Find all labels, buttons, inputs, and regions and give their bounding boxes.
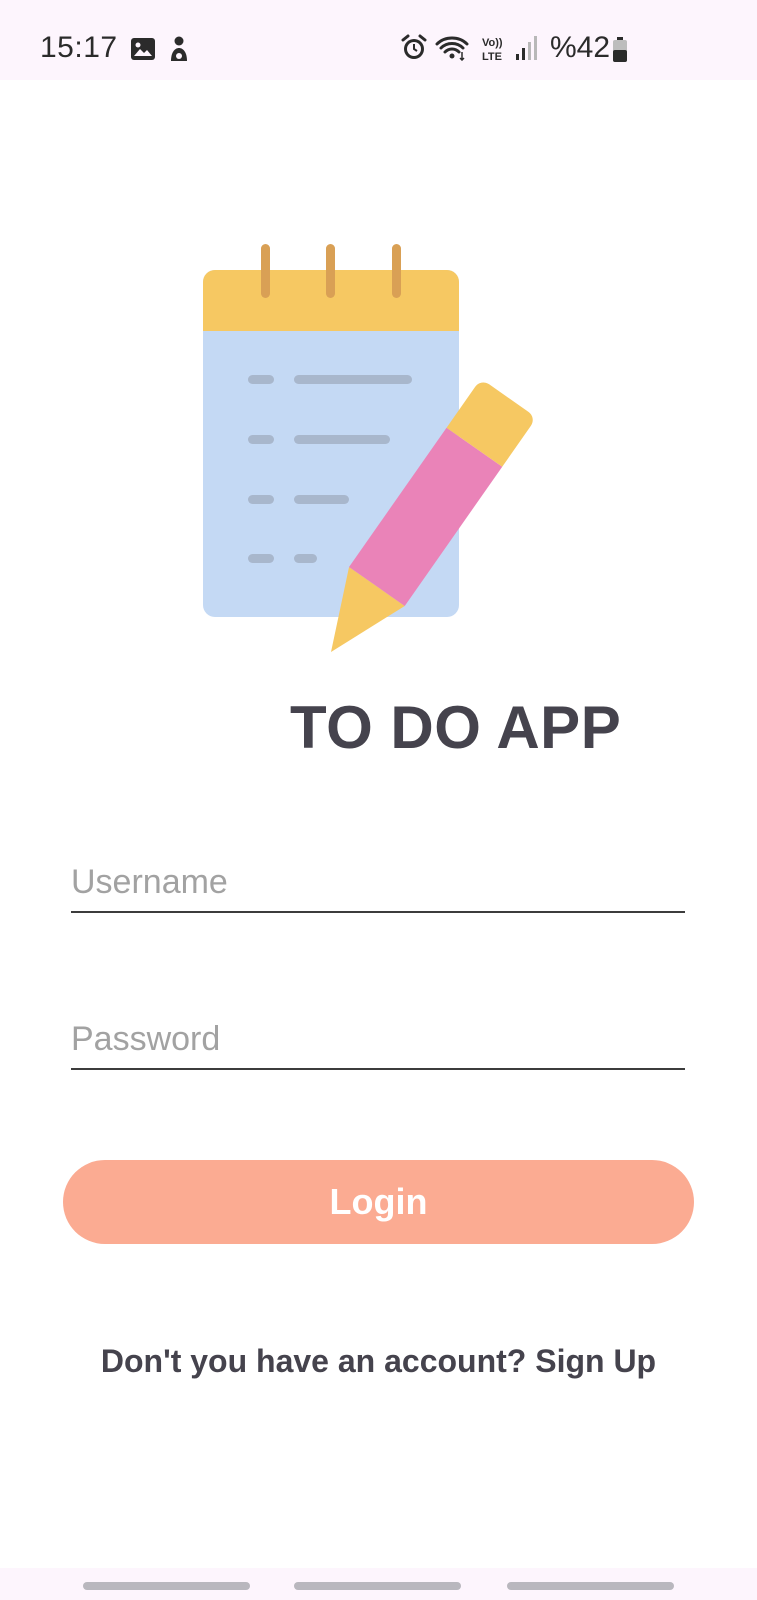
signup-prompt: Don't you have an account? Sign Up [0,1340,757,1382]
alarm-icon [400,34,428,67]
wifi-icon [435,35,469,66]
signup-prompt-text: Don't you have an account? [100,1343,527,1379]
person-icon [167,35,191,68]
battery-icon [612,37,628,68]
nav-home-button[interactable] [294,1582,461,1590]
navigation-bar [0,1568,757,1600]
login-button[interactable]: Login [63,1160,694,1244]
signal-icon [515,36,537,67]
nav-back-button[interactable] [507,1582,674,1590]
svg-text:LTE: LTE [482,51,502,63]
login-button-label: Login [329,1181,428,1222]
signup-link[interactable]: Sign Up [535,1343,656,1379]
notepad-pencil-illustration [200,240,560,670]
username-input[interactable] [71,853,685,913]
status-time: 15:17 [40,31,118,64]
gallery-icon [130,37,156,66]
battery-percentage: %42 [550,31,611,64]
nav-recents-button[interactable] [83,1582,250,1590]
svg-text:Vo)): Vo)) [482,37,503,49]
status-bar: 15:17 Vo)) LTE %42 [0,0,757,80]
password-input[interactable] [71,1010,685,1070]
app-title: TO DO APP [290,694,622,761]
volte-lte-icon: Vo)) LTE [480,34,510,69]
